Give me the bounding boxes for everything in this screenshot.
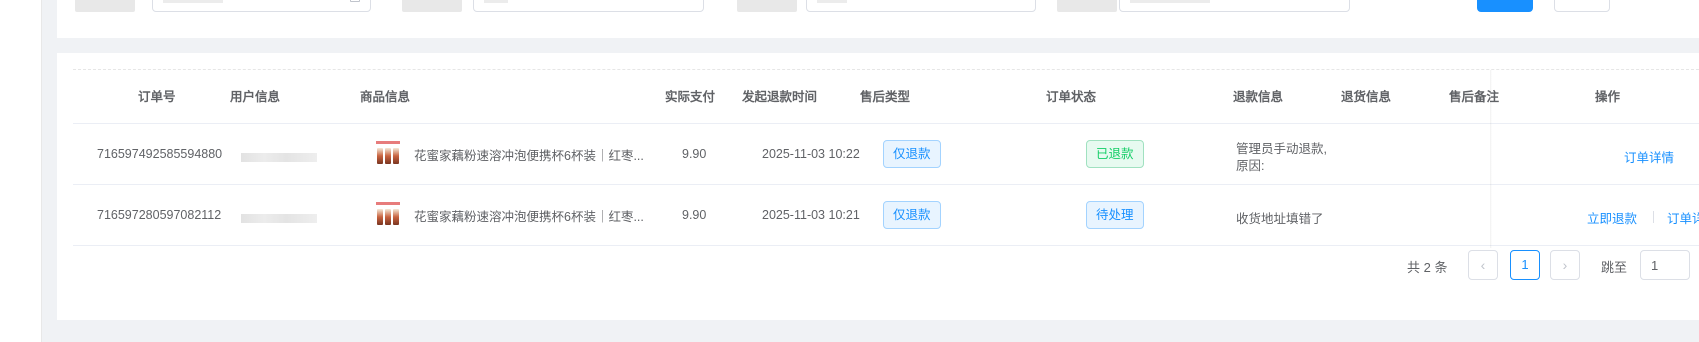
col-header-order-status: 订单状态 <box>1046 90 1097 104</box>
product-thumbnail <box>375 140 401 166</box>
pagination-total: 共 2 条 <box>1407 260 1448 275</box>
user-info-blurred <box>241 153 317 162</box>
chevron-right-icon: › <box>1562 257 1568 273</box>
next-page-button[interactable]: › <box>1550 250 1580 280</box>
col-header-refund-time: 发起退款时间 <box>742 90 818 104</box>
order-no: 716597280597082112 <box>97 208 222 222</box>
product-name: 花蜜家藕粉速溶冲泡便携杯6杯装｜红枣... <box>414 149 644 163</box>
refund-table-card: 订单号 用户信息 商品信息 实际支付 发起退款时间 售后类型 订单状态 退款信息… <box>57 53 1699 320</box>
col-header-product-info: 商品信息 <box>360 90 411 104</box>
filter-input[interactable] <box>806 0 1036 12</box>
fixed-column-shadow <box>1490 70 1492 248</box>
search-button[interactable] <box>1477 0 1533 12</box>
order-status-tag: 已退款 <box>1086 140 1144 168</box>
input-placeholder <box>163 0 223 3</box>
filter-label-placeholder <box>75 0 135 12</box>
order-detail-link[interactable]: 订单详情 <box>1624 147 1674 166</box>
table-row: 716597280597082112 花蜜家藕粉速溶冲泡便携杯6杯装｜红枣...… <box>73 185 1699 246</box>
col-header-actions: 操作 <box>1595 90 1621 104</box>
table-header: 订单号 用户信息 商品信息 实际支付 发起退款时间 售后类型 订单状态 退款信息… <box>73 70 1699 124</box>
filter-input[interactable] <box>1119 0 1350 12</box>
refund-info: 收货地址填错了 <box>1236 212 1324 226</box>
filter-label-placeholder <box>1057 0 1117 12</box>
date-range-input[interactable] <box>152 0 371 12</box>
status-select[interactable] <box>473 0 704 12</box>
reset-button[interactable] <box>1554 0 1610 12</box>
paid-amount: 9.90 <box>682 147 707 161</box>
left-sidebar <box>0 0 42 342</box>
col-header-order-no: 订单号 <box>138 90 176 104</box>
col-header-return-info: 退货信息 <box>1341 90 1392 104</box>
action-separator <box>1653 211 1654 223</box>
paid-amount: 9.90 <box>682 208 707 222</box>
user-info-blurred <box>241 214 317 223</box>
filter-bar <box>57 0 1699 38</box>
refund-time: 2025-11-03 10:21 <box>762 208 860 222</box>
col-header-refund-info: 退款信息 <box>1233 90 1284 104</box>
refund-info-line2: 原因: <box>1236 159 1265 173</box>
prev-page-button[interactable]: ‹ <box>1468 250 1498 280</box>
jump-page-input[interactable] <box>1640 250 1690 280</box>
input-placeholder <box>817 0 847 3</box>
jump-to-label: 跳至 <box>1601 260 1628 275</box>
chevron-left-icon: ‹ <box>1480 257 1486 273</box>
input-placeholder <box>484 0 508 3</box>
aftersale-type-tag: 仅退款 <box>883 201 941 229</box>
col-header-aftersale-type: 售后类型 <box>860 90 911 104</box>
filter-label-placeholder <box>737 0 797 12</box>
input-placeholder <box>1130 0 1210 3</box>
order-no: 716597492585594880 <box>97 147 223 161</box>
aftersale-type-tag: 仅退款 <box>883 140 941 168</box>
col-header-user-info: 用户信息 <box>230 90 281 104</box>
calendar-icon <box>350 0 360 2</box>
product-thumbnail <box>375 201 401 227</box>
filter-label-placeholder <box>402 0 462 12</box>
order-detail-link[interactable]: 订单详情 <box>1667 208 1699 227</box>
refund-time: 2025-11-03 10:22 <box>762 147 860 161</box>
page-number-1[interactable]: 1 <box>1510 250 1540 280</box>
col-header-paid: 实际支付 <box>665 90 716 104</box>
table-row: 716597492585594880 花蜜家藕粉速溶冲泡便携杯6杯装｜红枣...… <box>73 124 1699 185</box>
order-status-tag: 待处理 <box>1086 201 1144 229</box>
refund-now-link[interactable]: 立即退款 <box>1587 208 1637 227</box>
product-name: 花蜜家藕粉速溶冲泡便携杯6杯装｜红枣... <box>414 210 644 224</box>
